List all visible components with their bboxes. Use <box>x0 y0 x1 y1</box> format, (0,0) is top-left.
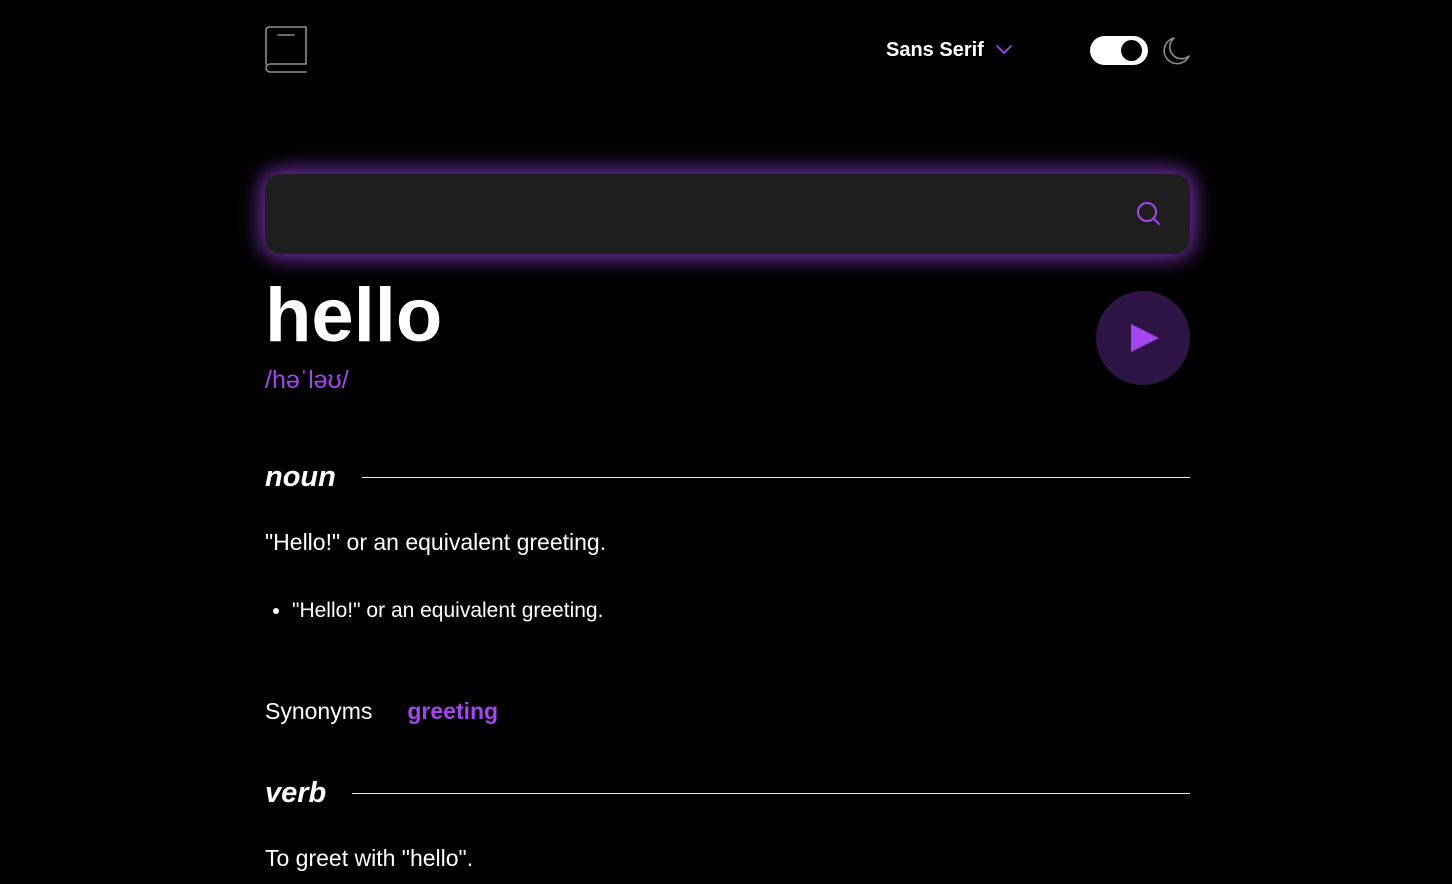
definition-text: "Hello!" or an equivalent greeting. <box>265 529 607 555</box>
word-title: hello <box>265 273 443 358</box>
play-audio-button[interactable] <box>1096 291 1190 385</box>
definition-list: "Hello!" or an equivalent greeting. <box>292 597 603 625</box>
search-icon[interactable] <box>1133 198 1165 230</box>
divider <box>352 792 1190 794</box>
font-select-label: Sans Serif <box>886 38 984 61</box>
synonyms-label: Synonyms <box>265 697 373 724</box>
play-icon <box>1131 324 1159 352</box>
theme-toggle-knob <box>1121 40 1142 61</box>
synonym-link[interactable]: greeting <box>407 698 498 725</box>
noun-heading: noun <box>265 461 1190 493</box>
verb-heading: verb <box>265 777 1190 809</box>
header: Sans Serif <box>265 26 1190 76</box>
search-input[interactable] <box>289 174 1119 254</box>
page-container: Sans Serif hello /həˈləʊ/ noun "Hello!" <box>265 0 1190 884</box>
synonyms-row: Synonyms greeting <box>265 696 498 726</box>
part-of-speech-label: noun <box>265 460 336 493</box>
theme-toggle[interactable] <box>1090 36 1148 65</box>
phonetic: /həˈləʊ/ <box>265 366 349 394</box>
part-of-speech-label: verb <box>265 776 327 809</box>
list-item: "Hello!" or an equivalent greeting. <box>292 597 603 625</box>
search-bar <box>265 174 1190 254</box>
font-select[interactable]: Sans Serif <box>886 36 1012 64</box>
moon-icon <box>1163 37 1190 65</box>
chevron-down-icon <box>995 45 1012 54</box>
book-icon[interactable] <box>265 26 307 74</box>
divider <box>361 476 1190 478</box>
definition-text: To greet with "hello". <box>265 845 474 871</box>
